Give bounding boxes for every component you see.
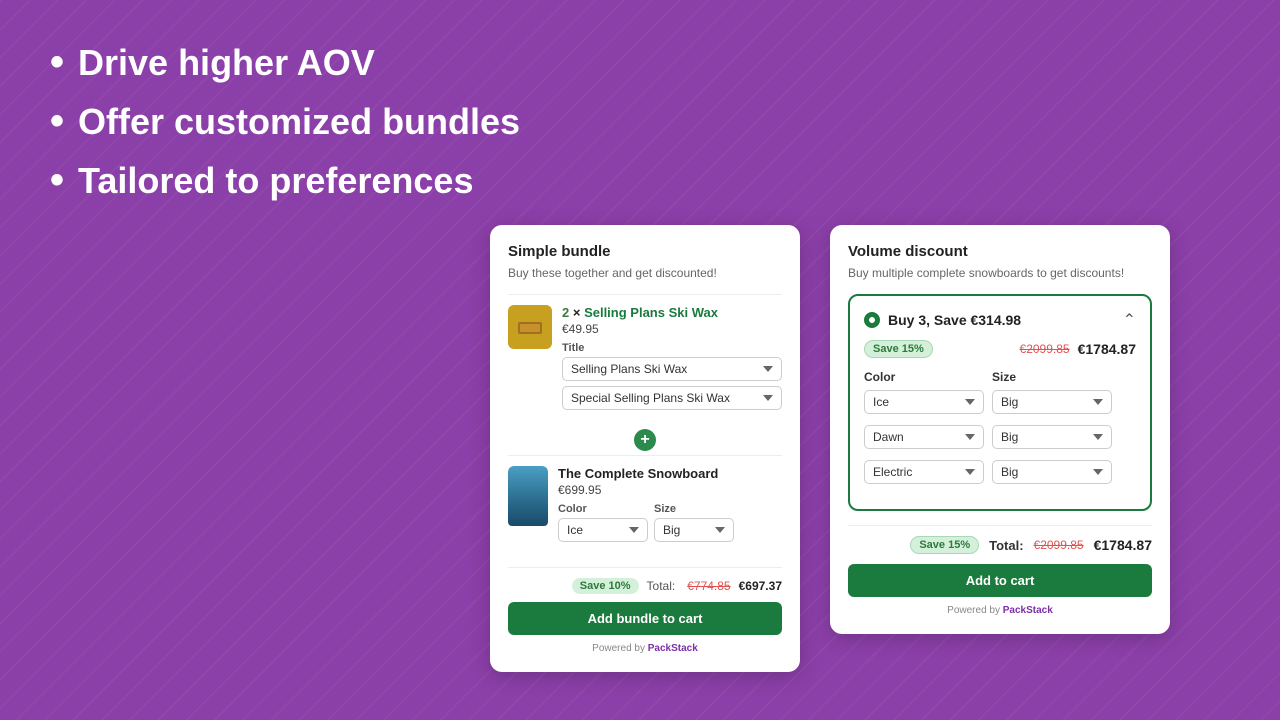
product-item-skiwax: 2 × Selling Plans Ski Wax €49.95 Title S… — [508, 294, 782, 425]
volume-option-panel: Buy 3, Save €314.98 ⌃ Save 15% €2099.85 … — [848, 294, 1152, 511]
variant-row-2: DawnIceElectric BigSmall — [864, 425, 1136, 454]
price-new: €697.37 — [739, 579, 782, 593]
volume-footer: Save 15% Total: €2099.85 €1784.87 Add to… — [848, 525, 1152, 616]
simple-bundle-subtitle: Buy these together and get discounted! — [508, 266, 782, 280]
cards-area: Simple bundle Buy these together and get… — [490, 225, 1170, 672]
skiwax-info: 2 × Selling Plans Ski Wax €49.95 Title S… — [562, 305, 782, 415]
skiwax-thumbnail — [508, 305, 552, 349]
volume-discount-title: Volume discount — [848, 243, 1152, 260]
volume-add-to-cart-button[interactable]: Add to cart — [848, 564, 1152, 597]
bullet-1: Drive higher AOV — [50, 40, 520, 85]
volume-price-old: €2099.85 — [1020, 342, 1070, 356]
size-col-header: Size — [992, 370, 1112, 384]
title-field-label: Title — [562, 342, 782, 354]
snowboard-name: The Complete Snowboard — [558, 466, 782, 481]
total-row: Save 10% Total: €774.85 €697.37 — [508, 578, 782, 594]
add-product-btn[interactable]: + — [508, 429, 782, 451]
snowboard-thumbnail — [508, 466, 548, 526]
color-col-header: Color — [864, 370, 984, 384]
variant-row-1: IceDawnElectric BigSmall — [864, 390, 1136, 419]
snowboard-color-select[interactable]: Ice — [558, 518, 648, 542]
powered-by-volume: Powered by PackStack — [848, 605, 1152, 616]
volume-price-new: €1784.87 — [1078, 341, 1136, 357]
simple-bundle-card: Simple bundle Buy these together and get… — [490, 225, 800, 672]
color-group: Color Ice — [558, 503, 648, 547]
simple-bundle-title: Simple bundle — [508, 243, 782, 260]
skiwax-price: €49.95 — [562, 322, 782, 336]
packstack-link-simple[interactable]: PackStack — [648, 643, 698, 654]
variant1-color-select[interactable]: IceDawnElectric — [864, 390, 984, 414]
skiwax-select1[interactable]: Selling Plans Ski Wax — [562, 357, 782, 381]
skiwax-select2[interactable]: Special Selling Plans Ski Wax — [562, 386, 782, 410]
save-15-badge: Save 15% — [864, 340, 933, 358]
chevron-up-icon[interactable]: ⌃ — [1123, 310, 1136, 330]
simple-bundle-footer: Save 10% Total: €774.85 €697.37 Add bund… — [508, 567, 782, 654]
volume-total-label: Total: — [989, 538, 1023, 553]
hero-text-block: Drive higher AOV Offer customized bundle… — [50, 40, 520, 217]
volume-footer-price-old: €2099.85 — [1034, 538, 1084, 552]
snowboard-variant-row: Color Ice Size Big — [558, 503, 782, 547]
volume-total-row: Save 15% Total: €2099.85 €1784.87 — [848, 536, 1152, 554]
snowboard-info: The Complete Snowboard €699.95 Color Ice… — [558, 466, 782, 547]
bullet-3: Tailored to preferences — [50, 158, 520, 203]
color-label: Color — [558, 503, 648, 515]
save-badge: Save 10% — [572, 578, 639, 594]
add-circle-icon[interactable]: + — [634, 429, 656, 451]
save-price-row: Save 15% €2099.85 €1784.87 — [864, 340, 1136, 358]
volume-option-header: Buy 3, Save €314.98 ⌃ — [864, 310, 1136, 330]
variant-row-3: ElectricIceDawn BigSmall — [864, 460, 1136, 489]
variant1-size-select[interactable]: BigSmall — [992, 390, 1112, 414]
packstack-link-volume[interactable]: PackStack — [1003, 605, 1053, 616]
product-item-snowboard: The Complete Snowboard €699.95 Color Ice… — [508, 455, 782, 557]
skiwax-icon — [516, 317, 544, 337]
powered-by-simple: Powered by PackStack — [508, 643, 782, 654]
volume-price-block: €2099.85 €1784.87 — [1020, 341, 1136, 357]
variant3-size-select[interactable]: BigSmall — [992, 460, 1112, 484]
volume-option-title: Buy 3, Save €314.98 — [864, 312, 1021, 328]
variant2-size-select[interactable]: BigSmall — [992, 425, 1112, 449]
variant2-color-select[interactable]: DawnIceElectric — [864, 425, 984, 449]
add-bundle-to-cart-button[interactable]: Add bundle to cart — [508, 602, 782, 635]
price-old: €774.85 — [687, 579, 730, 593]
col-headers: Color Size — [864, 370, 1136, 384]
snowboard-price: €699.95 — [558, 483, 782, 497]
snowboard-size-select[interactable]: Big — [654, 518, 734, 542]
volume-footer-price-new: €1784.87 — [1094, 537, 1152, 553]
bullet-2: Offer customized bundles — [50, 99, 520, 144]
volume-discount-subtitle: Buy multiple complete snowboards to get … — [848, 266, 1152, 280]
variant3-color-select[interactable]: ElectricIceDawn — [864, 460, 984, 484]
radio-selected-icon[interactable] — [864, 312, 880, 328]
size-group: Size Big — [654, 503, 734, 547]
volume-discount-card: Volume discount Buy multiple complete sn… — [830, 225, 1170, 634]
volume-save-badge-footer: Save 15% — [910, 536, 979, 554]
size-label: Size — [654, 503, 734, 515]
total-label: Total: — [647, 579, 676, 593]
bullet-list: Drive higher AOV Offer customized bundle… — [50, 40, 520, 203]
skiwax-name: 2 × Selling Plans Ski Wax — [562, 305, 782, 320]
